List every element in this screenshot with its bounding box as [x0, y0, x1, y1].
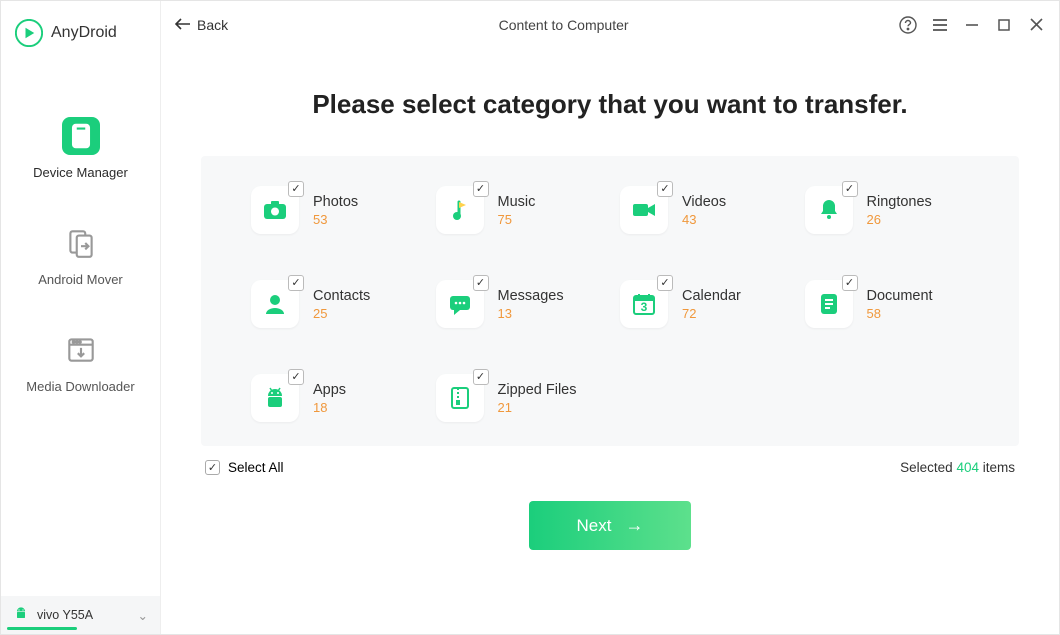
content: Please select category that you want to …	[161, 49, 1059, 634]
panel-footer: Select All Selected 404 items	[201, 446, 1019, 475]
next-label: Next	[577, 516, 612, 536]
category-count: 53	[313, 212, 358, 227]
check-icon	[842, 181, 858, 197]
main: Back Content to Computer Please select c…	[161, 1, 1059, 634]
android-icon	[13, 606, 29, 625]
document-icon	[805, 280, 853, 328]
selected-count: 404	[956, 460, 979, 475]
check-icon	[473, 275, 489, 291]
heading: Please select category that you want to …	[201, 49, 1019, 156]
category-contacts[interactable]: Contacts 25	[251, 280, 416, 328]
category-count: 21	[498, 400, 577, 415]
menu-icon[interactable]	[931, 16, 949, 34]
category-label: Apps	[313, 382, 346, 398]
category-calendar[interactable]: 3 Calendar 72	[620, 280, 785, 328]
window-controls	[899, 16, 1045, 34]
check-icon	[288, 181, 304, 197]
apps-icon	[251, 374, 299, 422]
sidebar-item-media-downloader[interactable]: Media Downloader	[1, 309, 160, 416]
checkbox-icon	[205, 460, 220, 475]
contacts-icon	[251, 280, 299, 328]
category-count: 58	[867, 306, 933, 321]
category-count: 18	[313, 400, 346, 415]
category-messages[interactable]: Messages 13	[436, 280, 601, 328]
media-downloader-icon	[62, 331, 100, 369]
back-button[interactable]: Back	[175, 17, 228, 33]
ringtones-icon	[805, 186, 853, 234]
category-apps[interactable]: Apps 18	[251, 374, 416, 422]
arrow-left-icon	[175, 17, 191, 33]
app-name: AnyDroid	[51, 24, 117, 42]
category-count: 72	[682, 306, 741, 321]
sidebar-label: Android Mover	[38, 272, 123, 287]
arrow-right-icon: →	[625, 515, 643, 536]
minimize-button[interactable]	[963, 16, 981, 34]
maximize-button[interactable]	[995, 16, 1013, 34]
category-label: Zipped Files	[498, 382, 577, 398]
chevron-down-icon: ⌄	[138, 608, 148, 623]
category-label: Music	[498, 194, 536, 210]
page-title: Content to Computer	[228, 17, 899, 33]
android-mover-icon	[62, 224, 100, 262]
titlebar: Back Content to Computer	[161, 1, 1059, 49]
category-music[interactable]: Music 75	[436, 186, 601, 234]
svg-text:3: 3	[641, 300, 648, 314]
category-label: Videos	[682, 194, 726, 210]
videos-icon	[620, 186, 668, 234]
music-icon	[436, 186, 484, 234]
category-photos[interactable]: Photos 53	[251, 186, 416, 234]
category-label: Ringtones	[867, 194, 932, 210]
category-count: 26	[867, 212, 932, 227]
check-icon	[657, 181, 673, 197]
select-all-label: Select All	[228, 460, 284, 475]
category-count: 25	[313, 306, 370, 321]
check-icon	[473, 369, 489, 385]
check-icon	[288, 275, 304, 291]
device-name: vivo Y55A	[37, 608, 93, 622]
app-logo: AnyDroid	[1, 1, 160, 65]
photos-icon	[251, 186, 299, 234]
category-count: 75	[498, 212, 536, 227]
back-label: Back	[197, 17, 228, 33]
category-videos[interactable]: Videos 43	[620, 186, 785, 234]
selection-summary: Selected 404 items	[900, 460, 1015, 475]
device-manager-icon	[62, 117, 100, 155]
category-label: Contacts	[313, 288, 370, 304]
close-button[interactable]	[1027, 16, 1045, 34]
device-storage-bar	[7, 627, 77, 630]
category-ringtones[interactable]: Ringtones 26	[805, 186, 970, 234]
next-button[interactable]: Next →	[529, 501, 692, 550]
check-icon	[842, 275, 858, 291]
check-icon	[288, 369, 304, 385]
category-label: Document	[867, 288, 933, 304]
category-panel: Photos53 Music75 Videos43 Ringtones26 Co	[201, 156, 1019, 446]
category-count: 43	[682, 212, 726, 227]
category-grid: Photos53 Music75 Videos43 Ringtones26 Co	[251, 186, 969, 422]
check-icon	[657, 275, 673, 291]
anydroid-logo-icon	[15, 19, 43, 47]
zipped-files-icon	[436, 374, 484, 422]
check-icon	[473, 181, 489, 197]
select-all-checkbox[interactable]: Select All	[205, 460, 284, 475]
device-selector[interactable]: vivo Y55A ⌄	[1, 596, 160, 634]
category-label: Calendar	[682, 288, 741, 304]
calendar-icon: 3	[620, 280, 668, 328]
messages-icon	[436, 280, 484, 328]
sidebar-item-device-manager[interactable]: Device Manager	[1, 95, 160, 202]
category-document[interactable]: Document 58	[805, 280, 970, 328]
category-label: Photos	[313, 194, 358, 210]
sidebar: AnyDroid Device Manager Android Mover Me…	[1, 1, 161, 634]
category-zipped-files[interactable]: Zipped Files 21	[436, 374, 601, 422]
category-label: Messages	[498, 288, 564, 304]
help-icon[interactable]	[899, 16, 917, 34]
sidebar-item-android-mover[interactable]: Android Mover	[1, 202, 160, 309]
sidebar-nav: Device Manager Android Mover Media Downl…	[1, 65, 160, 596]
sidebar-label: Device Manager	[33, 165, 128, 180]
category-count: 13	[498, 306, 564, 321]
sidebar-label: Media Downloader	[26, 379, 134, 394]
